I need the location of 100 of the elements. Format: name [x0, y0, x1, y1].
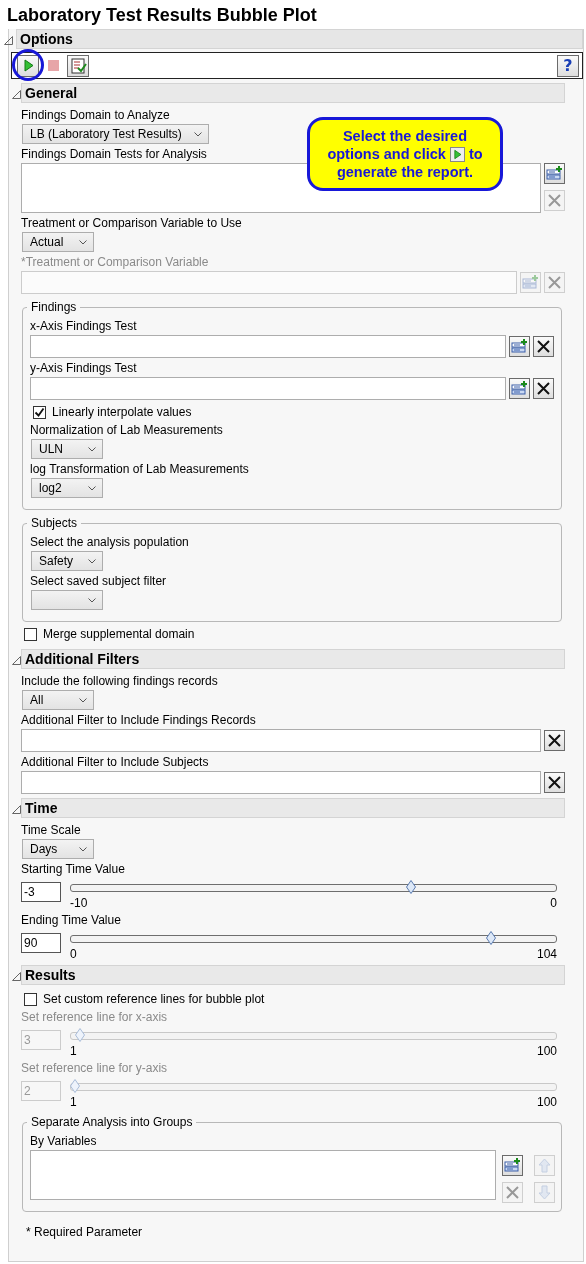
disclosure-triangle-icon[interactable]	[12, 805, 21, 814]
field-label: Findings Domain to Analyze	[21, 108, 170, 123]
field-label: Set reference line for x-axis	[21, 1010, 168, 1025]
input-field[interactable]	[21, 729, 541, 752]
caret-icon	[88, 446, 96, 452]
dropdown[interactable]: Safety	[31, 551, 103, 571]
add-column-button[interactable]	[509, 336, 530, 357]
section-header[interactable]: Time	[21, 798, 565, 818]
checkmark-icon	[34, 407, 45, 418]
field-label: *Treatment or Comparison Variable	[21, 255, 209, 270]
slider-thumb[interactable]	[405, 880, 416, 894]
section-header[interactable]: General	[21, 83, 565, 103]
field-label: Additional Filter to Include Subjects	[21, 755, 209, 770]
value-field[interactable]: -3	[21, 882, 61, 902]
down-arrow-icon	[536, 1184, 553, 1201]
caret-icon	[79, 697, 87, 703]
field-label: y-Axis Findings Test	[30, 361, 137, 376]
dropdown[interactable]: LB (Laboratory Test Results)	[22, 124, 209, 144]
axis-min-label: 0	[70, 947, 77, 961]
remove-button[interactable]	[533, 378, 554, 399]
checklist-icon	[69, 57, 87, 74]
axis-max-label: 100	[536, 1095, 557, 1109]
caret-icon	[79, 239, 87, 245]
group-title: Subjects	[30, 516, 79, 530]
dropdown[interactable]: ULN	[31, 439, 103, 459]
caret-icon	[88, 597, 96, 603]
field-label: Include the following findings records	[21, 674, 218, 689]
close-icon	[546, 774, 563, 791]
disclosure-triangle-icon[interactable]	[12, 972, 21, 981]
field-label: Findings Domain Tests for Analysis	[21, 147, 207, 162]
value-field[interactable]: 90	[21, 933, 61, 953]
slider-track[interactable]	[70, 931, 557, 945]
list-plus-icon	[522, 274, 539, 291]
list-plus-icon	[504, 1157, 521, 1174]
field-label: x-Axis Findings Test	[30, 319, 137, 334]
field-label: Time Scale	[21, 823, 81, 838]
close-icon	[535, 380, 552, 397]
caret-icon	[193, 131, 202, 137]
list-plus-icon	[546, 165, 563, 182]
slider-track[interactable]	[70, 1028, 557, 1042]
section-header[interactable]: Additional Filters	[21, 649, 565, 669]
dropdown[interactable]: All	[22, 690, 94, 710]
section-header[interactable]: Options	[16, 29, 583, 49]
input-field[interactable]	[30, 335, 506, 358]
axis-max-label: 104	[536, 947, 557, 961]
axis-max-label: 100	[536, 1044, 557, 1058]
add-column-button[interactable]	[509, 378, 530, 399]
input-field[interactable]	[30, 377, 506, 400]
group-title: Findings	[30, 300, 78, 314]
slider-thumb[interactable]	[486, 931, 497, 945]
up-arrow-icon	[536, 1157, 553, 1174]
add-column-button[interactable]	[502, 1155, 523, 1176]
remove-button[interactable]	[544, 730, 565, 751]
remove-button[interactable]	[533, 336, 554, 357]
list-plus-icon	[511, 338, 528, 355]
play-icon	[449, 147, 465, 162]
close-icon	[546, 192, 563, 209]
footnote: * Required Parameter	[26, 1225, 143, 1239]
list-plus-icon	[511, 380, 528, 397]
input-field[interactable]	[21, 771, 541, 794]
axis-min-label: 1	[70, 1095, 77, 1109]
caret-icon	[88, 558, 96, 564]
checkbox[interactable]: Linearly interpolate values	[33, 405, 192, 420]
add-column-button[interactable]	[544, 163, 565, 184]
field-label: Additional Filter to Include Findings Records	[21, 713, 256, 728]
remove-button[interactable]	[544, 772, 565, 793]
axis-min-label: 1	[70, 1044, 77, 1058]
dropdown[interactable]: log2	[31, 478, 103, 498]
field-label: Normalization of Lab Measurements	[30, 423, 223, 438]
callout-text: Select the desired options and click to generate the report.	[326, 127, 484, 181]
axis-min-label: -10	[70, 896, 88, 910]
help-button[interactable]: ?	[557, 54, 579, 77]
field-label: Starting Time Value	[21, 862, 125, 877]
window-title: Laboratory Test Results Bubble Plot	[7, 4, 317, 26]
field-label: Treatment or Comparison Variable to Use	[21, 216, 242, 231]
checklist-button[interactable]	[67, 54, 89, 77]
checkbox[interactable]: Merge supplemental domain	[24, 627, 195, 642]
caret-icon	[79, 846, 87, 852]
caret-icon	[88, 485, 96, 491]
disclosure-triangle-icon[interactable]	[4, 36, 13, 45]
disclosure-triangle-icon[interactable]	[12, 656, 21, 665]
dropdown[interactable]: Days	[22, 839, 94, 859]
close-icon	[504, 1184, 521, 1201]
field-label: Ending Time Value	[21, 913, 121, 928]
disclosure-triangle-icon[interactable]	[12, 90, 21, 99]
section-header[interactable]: Results	[21, 965, 565, 985]
field-label: By Variables	[30, 1134, 97, 1149]
close-icon	[546, 732, 563, 749]
field-label: Select the analysis population	[30, 535, 189, 550]
group-title: Separate Analysis into Groups	[30, 1115, 194, 1129]
field-label: Set reference line for y-axis	[21, 1061, 168, 1076]
slider-track[interactable]	[70, 880, 557, 894]
slider-track[interactable]	[70, 1079, 557, 1093]
close-icon	[535, 338, 552, 355]
field-label: log Transformation of Lab Measurements	[30, 462, 249, 477]
close-icon	[546, 274, 563, 291]
dropdown[interactable]: Actual	[22, 232, 94, 252]
axis-max-label: 0	[550, 896, 557, 910]
checkbox[interactable]: Set custom reference lines for bubble plot	[24, 992, 265, 1007]
field-label: Select saved subject filter	[30, 574, 167, 589]
